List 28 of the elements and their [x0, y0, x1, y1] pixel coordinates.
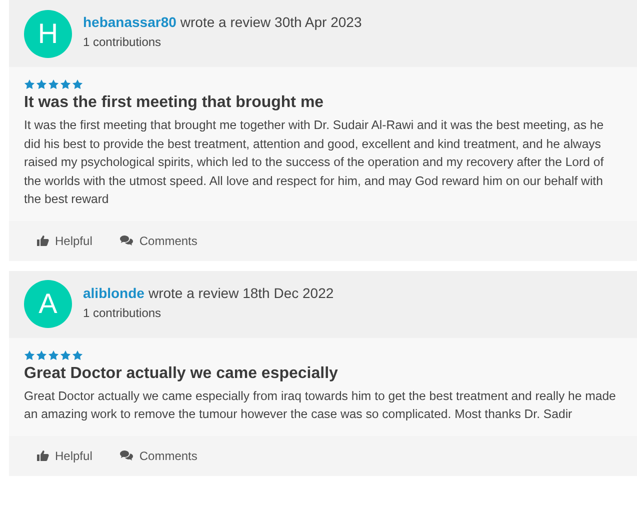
helpful-button[interactable]: Helpful	[37, 448, 92, 462]
avatar: A	[24, 280, 72, 328]
comments-button[interactable]: Comments	[120, 234, 198, 248]
star-icon	[60, 350, 71, 360]
review-text: Great Doctor actually we came especially from iraq towards him to get the best treatment and really he made an amazing work to remove the tumour however the case was so complicated. Most thanks Dr. Sadir	[24, 388, 617, 423]
star-icon	[72, 79, 83, 90]
review-title: Great Doctor actually we came especially	[24, 364, 339, 382]
star-icon	[48, 79, 59, 90]
speech-bubbles-icon	[120, 450, 134, 461]
review-date: wrote a review 30th Apr 2023	[180, 14, 362, 30]
speech-bubbles-icon	[120, 235, 134, 246]
star-icon	[60, 79, 71, 90]
avatar: H	[24, 10, 72, 58]
star-icon	[24, 350, 35, 360]
star-icon	[36, 350, 47, 360]
review-date: wrote a review 18th Dec 2022	[148, 284, 334, 300]
helpful-button[interactable]: Helpful	[37, 234, 92, 248]
star-icon	[24, 79, 35, 90]
contributions-count: 1 contributions	[83, 35, 162, 49]
star-icon	[36, 79, 47, 90]
comments-button[interactable]: Comments	[120, 448, 198, 462]
thumbs-up-icon	[37, 235, 49, 246]
star-icon	[72, 350, 83, 360]
thumbs-up-icon	[37, 450, 49, 461]
star-icon	[48, 350, 59, 360]
contributions-count: 1 contributions	[83, 306, 162, 320]
review-title: It was the first meeting that brought me	[24, 94, 325, 112]
review-text: It was the first meeting that brought me together with Dr. Sudair Al-Rawi and it was the best meeting, as he did his best to provide the best treatment, attention and good, excellent and kind treatment, and he always raised my psychological spirits, which led to the success of the operation and my recovery after the Lord of the worlds with the utmost speed. All love and respect for him, and may God reward him on our behalf with the best reward	[24, 117, 605, 208]
